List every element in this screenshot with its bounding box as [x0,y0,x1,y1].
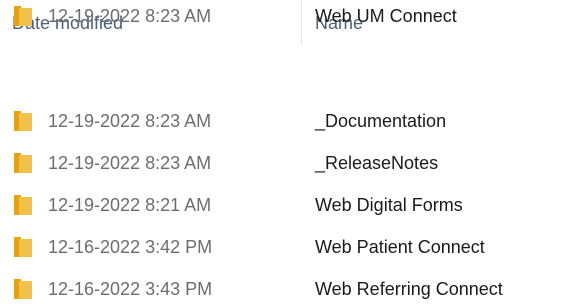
file-row[interactable]: 12-16-2022 3:43 PM Web Referring Connect [0,273,565,305]
date-modified-cell: 12-16-2022 3:42 PM [48,237,213,257]
file-name-cell[interactable]: Web Patient Connect [315,231,485,263]
folder-icon [14,279,32,299]
date-modified-cell: 12-19-2022 8:21 AM [48,195,212,215]
date-modified-cell: 12-16-2022 3:43 PM [48,279,213,299]
file-row[interactable]: 12-19-2022 8:21 AM Web Digital Forms [0,189,565,221]
folder-icon [14,111,32,131]
folder-icon [14,237,32,257]
folder-icon [14,6,32,26]
file-row[interactable]: 12-16-2022 3:42 PM Web Patient Connect [0,231,565,263]
file-row[interactable]: 12-19-2022 8:23 AM _Documentation [0,105,565,137]
file-row[interactable]: 12-19-2022 8:23 AM _ReleaseNotes [0,147,565,179]
file-name-cell[interactable]: _ReleaseNotes [315,147,438,179]
file-name-cell[interactable]: Web Referring Connect [315,273,503,305]
file-name-cell[interactable]: Web UM Connect [315,0,457,32]
date-modified-cell: 12-19-2022 8:23 AM [48,111,212,131]
folder-icon [14,153,32,173]
file-row[interactable]: 12-19-2022 8:23 AM Web UM Connect [0,0,565,32]
folder-icon [14,195,32,215]
file-name-cell[interactable]: _Documentation [315,105,446,137]
file-list-view: Date modified Name 12-19-2022 8:23 AM _D… [0,0,565,305]
date-modified-cell: 12-19-2022 8:23 AM [48,153,212,173]
date-modified-cell: 12-19-2022 8:23 AM [48,6,212,26]
file-name-cell[interactable]: Web Digital Forms [315,189,463,221]
